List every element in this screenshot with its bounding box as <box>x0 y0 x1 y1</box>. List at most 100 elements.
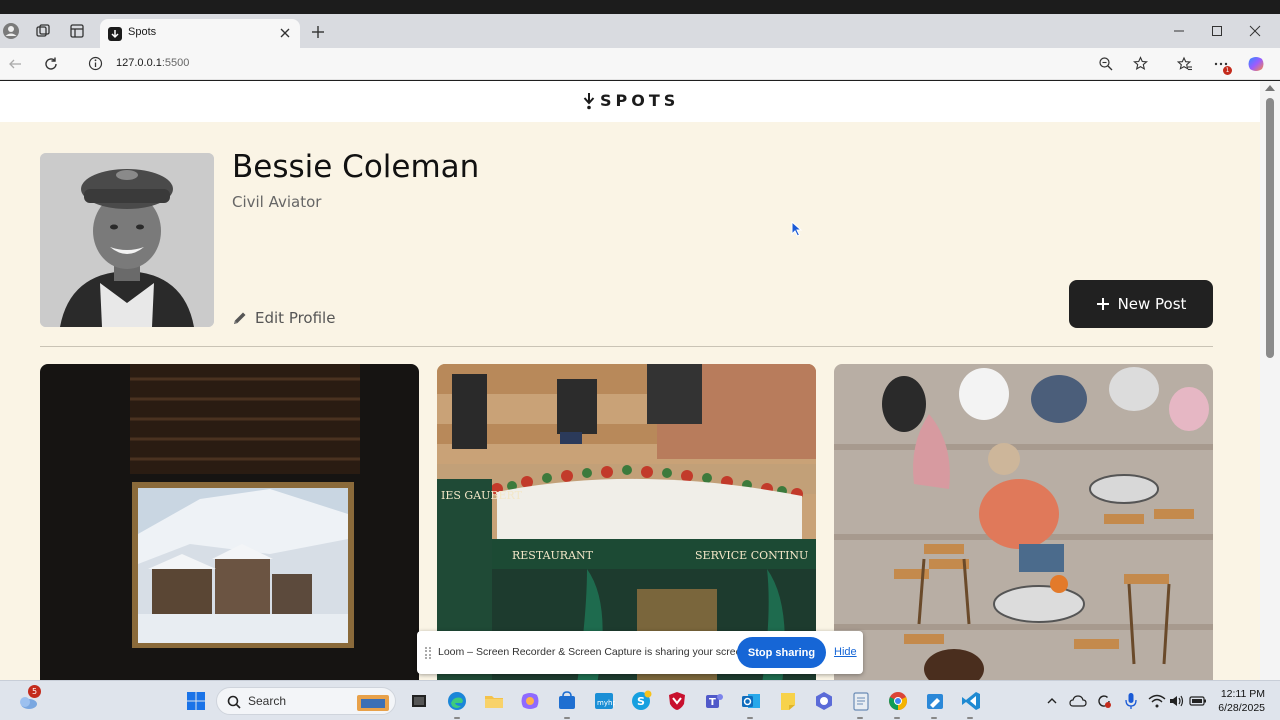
chrome-icon[interactable] <box>886 689 910 713</box>
svg-text:SERVICE CONTINU: SERVICE CONTINU <box>695 549 808 562</box>
copilot-icon[interactable] <box>1245 53 1267 75</box>
close-tab-icon[interactable] <box>276 24 294 42</box>
edge-running-indicator <box>454 717 460 719</box>
svg-text:T: T <box>709 697 716 708</box>
svg-text:IES GAUBERT: IES GAUBERT <box>441 489 523 502</box>
mcafee-icon[interactable] <box>665 689 689 713</box>
card-photo-3[interactable] <box>834 364 1213 680</box>
paint-app-icon[interactable] <box>923 689 947 713</box>
address-bar[interactable]: 127.0.0.1:5500 <box>76 52 1166 76</box>
app-hexagon-icon[interactable] <box>812 689 836 713</box>
weather-badge: 5 <box>28 685 41 698</box>
copilot-app-icon[interactable] <box>518 689 542 713</box>
card-photo-1[interactable] <box>40 364 419 680</box>
close-window-icon[interactable] <box>1242 19 1268 43</box>
tab-title: Spots <box>128 26 157 38</box>
notepad-icon[interactable] <box>849 689 873 713</box>
notification-badge: 1 <box>1223 66 1232 75</box>
pencil-icon <box>234 312 246 324</box>
start-icon[interactable] <box>184 689 208 713</box>
battery-icon[interactable] <box>1186 689 1210 713</box>
url-text: 127.0.0.1:5500 <box>116 57 189 69</box>
spots-logo[interactable]: SPOTS <box>582 91 679 110</box>
windows-taskbar: 5 Search myhp S T 12:11 PM 6/28/2025 <box>0 680 1280 720</box>
search-highlight-icon <box>357 695 389 711</box>
new-post-label: New Post <box>1117 295 1187 313</box>
taskbar-search[interactable]: Search <box>216 687 396 715</box>
page-scrollbar[interactable] <box>1260 81 1280 680</box>
mouse-cursor-icon <box>791 221 803 237</box>
onedrive-icon[interactable] <box>1066 689 1090 713</box>
outlook-running-indicator <box>747 717 753 719</box>
spots-favicon-icon <box>108 27 122 41</box>
weather-icon[interactable]: 5 <box>16 685 41 713</box>
svg-text:S: S <box>637 695 645 708</box>
zoom-icon[interactable] <box>1098 56 1113 75</box>
new-post-button[interactable]: New Post <box>1069 280 1213 328</box>
teams-icon[interactable]: T <box>702 689 726 713</box>
profile-icon[interactable] <box>0 20 22 42</box>
snowy-village-window-photo <box>40 364 419 680</box>
page-viewport: SPOTS Bessie Coleman Civil Aviator Edit … <box>0 81 1280 680</box>
svg-text:RESTAURANT: RESTAURANT <box>512 549 594 562</box>
more-options-icon[interactable]: 1 <box>1210 53 1232 75</box>
sync-icon[interactable] <box>1092 689 1116 713</box>
file-explorer-icon[interactable] <box>482 689 506 713</box>
stop-sharing-button[interactable]: Stop sharing <box>737 637 826 668</box>
profile-name: Bessie Coleman <box>232 149 480 185</box>
sticky-notes-icon[interactable] <box>776 689 800 713</box>
favorite-star-icon[interactable] <box>1133 56 1148 75</box>
plus-icon <box>1096 298 1109 310</box>
profile-divider <box>40 346 1213 347</box>
store-running-indicator <box>564 717 570 719</box>
outdoor-cafe-photo <box>834 364 1213 680</box>
search-icon <box>227 695 241 709</box>
browser-toolbar: 127.0.0.1:5500 1 <box>0 48 1280 80</box>
svg-text:myhp: myhp <box>597 699 615 707</box>
edit-profile-button[interactable]: Edit Profile <box>232 309 335 327</box>
refresh-icon[interactable] <box>40 53 62 75</box>
edit-profile-label: Edit Profile <box>255 309 336 327</box>
logo-mark-icon <box>583 92 595 109</box>
myhp-icon[interactable]: myhp <box>592 689 616 713</box>
scroll-thumb[interactable] <box>1266 98 1274 358</box>
profile-description: Civil Aviator <box>232 193 322 211</box>
vscode-running-indicator <box>967 717 973 719</box>
skype-icon[interactable]: S <box>629 689 653 713</box>
loom-sharing-banner: Loom – Screen Recorder & Screen Capture … <box>417 631 863 674</box>
maximize-icon[interactable] <box>1204 19 1230 43</box>
loom-message: Loom – Screen Recorder & Screen Capture … <box>438 646 751 658</box>
new-tab-icon[interactable] <box>308 22 328 42</box>
paint-running-indicator <box>931 717 937 719</box>
chevron-up-icon[interactable] <box>1040 689 1064 713</box>
clock-date: 6/28/2025 <box>1218 702 1265 714</box>
avatar <box>40 153 214 327</box>
chrome-running-indicator <box>894 717 900 719</box>
system-clock[interactable]: 12:11 PM 6/28/2025 <box>1210 687 1265 715</box>
background-window-strip <box>0 0 1280 14</box>
drag-handle-icon[interactable] <box>425 647 431 659</box>
notepad-running-indicator <box>857 717 863 719</box>
site-header: SPOTS <box>0 81 1260 122</box>
tab-spots[interactable]: Spots <box>100 19 300 48</box>
clock-time: 12:11 PM <box>1220 688 1265 700</box>
back-icon[interactable] <box>4 53 26 75</box>
tab-actions-icon[interactable] <box>66 20 88 42</box>
vscode-icon[interactable] <box>959 689 983 713</box>
search-label: Search <box>248 694 287 708</box>
logo-text: SPOTS <box>600 91 680 110</box>
scroll-up-icon[interactable] <box>1265 85 1275 91</box>
workspaces-icon[interactable] <box>32 20 54 42</box>
favorites-icon[interactable] <box>1174 53 1196 75</box>
minimize-icon[interactable] <box>1166 19 1192 43</box>
store-icon[interactable] <box>555 689 579 713</box>
hide-link[interactable]: Hide <box>834 646 857 658</box>
site-info-icon[interactable] <box>88 56 103 75</box>
edge-icon[interactable] <box>445 689 469 713</box>
browser-tab-bar: Spots <box>0 14 1280 48</box>
url-port: :5500 <box>161 57 190 69</box>
outlook-icon[interactable] <box>739 689 763 713</box>
task-view-icon[interactable] <box>407 689 431 713</box>
url-host: 127.0.0.1 <box>116 57 162 69</box>
microphone-icon[interactable] <box>1119 689 1143 713</box>
